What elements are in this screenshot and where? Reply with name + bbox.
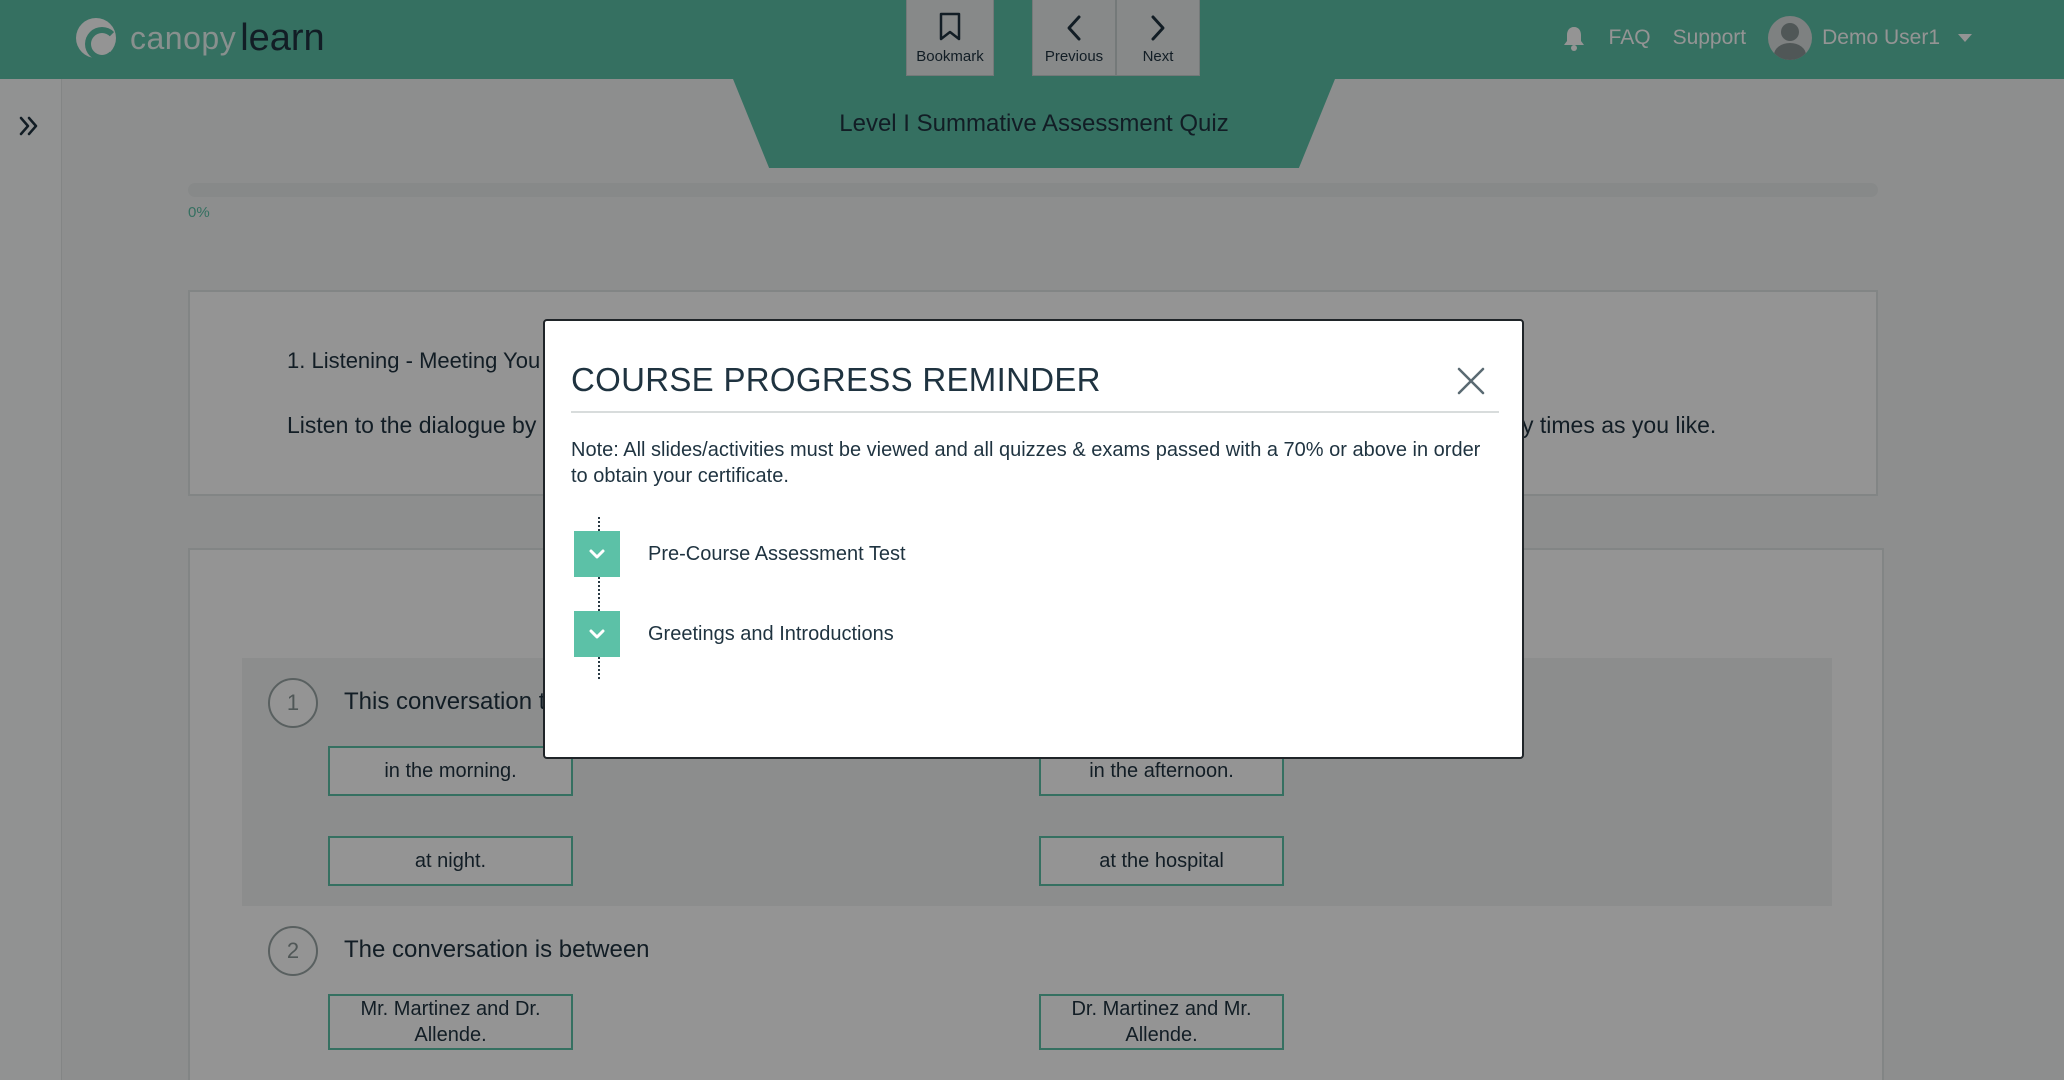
timeline-item-label: Pre-Course Assessment Test bbox=[648, 542, 906, 565]
modal-title: COURSE PROGRESS REMINDER bbox=[571, 361, 1101, 398]
timeline-item-label: Greetings and Introductions bbox=[648, 622, 894, 645]
timeline-item-pre-course[interactable]: Pre-Course Assessment Test bbox=[574, 531, 906, 577]
modal-divider bbox=[571, 411, 1499, 413]
expand-chevron-icon bbox=[574, 531, 620, 577]
close-icon[interactable] bbox=[1455, 365, 1487, 397]
course-progress-modal: COURSE PROGRESS REMINDER Note: All slide… bbox=[543, 319, 1524, 759]
modal-note: Note: All slides/activities must be view… bbox=[571, 439, 1481, 487]
timeline-item-greetings[interactable]: Greetings and Introductions bbox=[574, 611, 894, 657]
expand-chevron-icon bbox=[574, 611, 620, 657]
